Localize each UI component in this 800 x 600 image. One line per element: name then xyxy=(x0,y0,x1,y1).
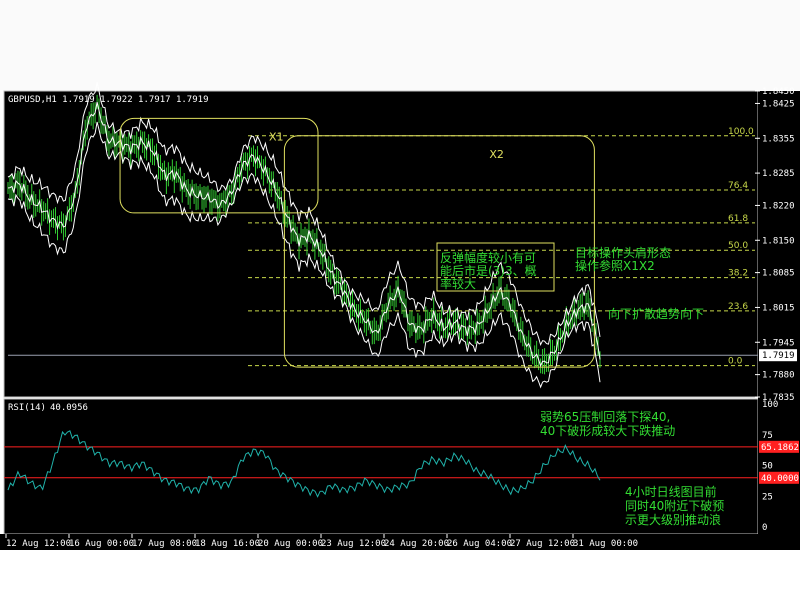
price-tick-label: 1.7945 xyxy=(762,338,795,348)
rsi-annotation-line: 示更大级别推动浪 xyxy=(625,512,721,527)
rsi-tick-label: 75 xyxy=(762,431,773,441)
rsi-tick-label: 25 xyxy=(762,492,773,502)
time-tick-label: 20 Aug 00:00 xyxy=(258,539,323,549)
time-tick-label: 24 Aug 20:00 xyxy=(384,539,449,549)
price-tick-label: 1.8355 xyxy=(762,134,795,144)
price-annotation-line: 能后市是(3)3、概 xyxy=(440,263,537,278)
price-tick-label: 1.8220 xyxy=(762,201,795,211)
price-tick-label: 1.8085 xyxy=(762,269,795,279)
time-tick-label: 27 Aug 12:00 xyxy=(510,539,575,549)
price-tick-label: 1.7880 xyxy=(762,371,795,381)
current-price-label: 1.7919 xyxy=(762,351,795,361)
rsi-tick-label: 0 xyxy=(762,523,767,533)
fib-label: 50.0 xyxy=(728,241,748,251)
rsi-tick-label: 50 xyxy=(762,462,773,472)
time-tick-label: 26 Aug 04:00 xyxy=(447,539,512,549)
fib-label: 100.0 xyxy=(728,127,754,137)
rsi-annotation-line: 同时40附近下破预 xyxy=(625,498,724,513)
pattern-box-label: X1 xyxy=(269,130,284,143)
top-blank-area xyxy=(0,0,800,90)
price-annotation-line: 率较大 xyxy=(440,276,476,291)
rsi-header: RSI(14) xyxy=(8,403,46,413)
rsi-annotation-line: 40下破形成较大下跌推动 xyxy=(540,423,675,438)
price-annotation-line: 目标操作头肩形态 xyxy=(575,245,671,260)
time-tick-label: 16 Aug 00:00 xyxy=(69,539,134,549)
fib-label: 38.2 xyxy=(728,269,748,279)
time-tick-label: 18 Aug 16:00 xyxy=(195,539,260,549)
fib-label: 0.0 xyxy=(728,357,743,367)
chart-canvas: 100.0 76.4 61.8 50.0 38.2 23.6 0.0 X1 X2 65.1862… xyxy=(0,0,800,600)
fib-label: 61.8 xyxy=(728,214,748,224)
pattern-box-label: X2 xyxy=(489,148,504,161)
fib-label: 23.6 xyxy=(728,302,748,312)
fib-label: 76.4 xyxy=(728,181,748,191)
price-tick-label: 1.8285 xyxy=(762,169,795,179)
time-tick-label: 23 Aug 12:00 xyxy=(321,539,386,549)
price-tick-label: 1.8425 xyxy=(762,99,795,109)
time-tick-label: 31 Aug 00:00 xyxy=(573,539,638,549)
price-tick-label: 1.8150 xyxy=(762,236,795,246)
price-tick-label: 1.8015 xyxy=(762,303,795,313)
time-tick-label: 17 Aug 08:00 xyxy=(132,539,197,549)
rsi-level-label: 65.1862 xyxy=(761,443,799,453)
price-tick-label: 1.8450 xyxy=(762,87,795,97)
price-annotation-line: 操作参照X1X2 xyxy=(575,258,655,273)
price-annotation-line: 向下扩散趋势向下 xyxy=(608,306,704,321)
rsi-annotation-line: 4小时日线图目前 xyxy=(625,484,717,499)
rsi-value: 40.0956 xyxy=(50,403,88,413)
rsi-level-label: 40.0000 xyxy=(761,474,799,484)
rsi-tick-label: 100 xyxy=(762,400,778,410)
price-annotation-line: 反弹幅度较小有可 xyxy=(440,250,536,265)
rsi-annotation-line: 弱势65压制回落下探40, xyxy=(540,410,670,424)
time-tick-label: 12 Aug 12:00 xyxy=(6,539,71,549)
price-header: GBPUSD,H1 1.7919 1.7922 1.7917 1.7919 xyxy=(8,95,208,105)
